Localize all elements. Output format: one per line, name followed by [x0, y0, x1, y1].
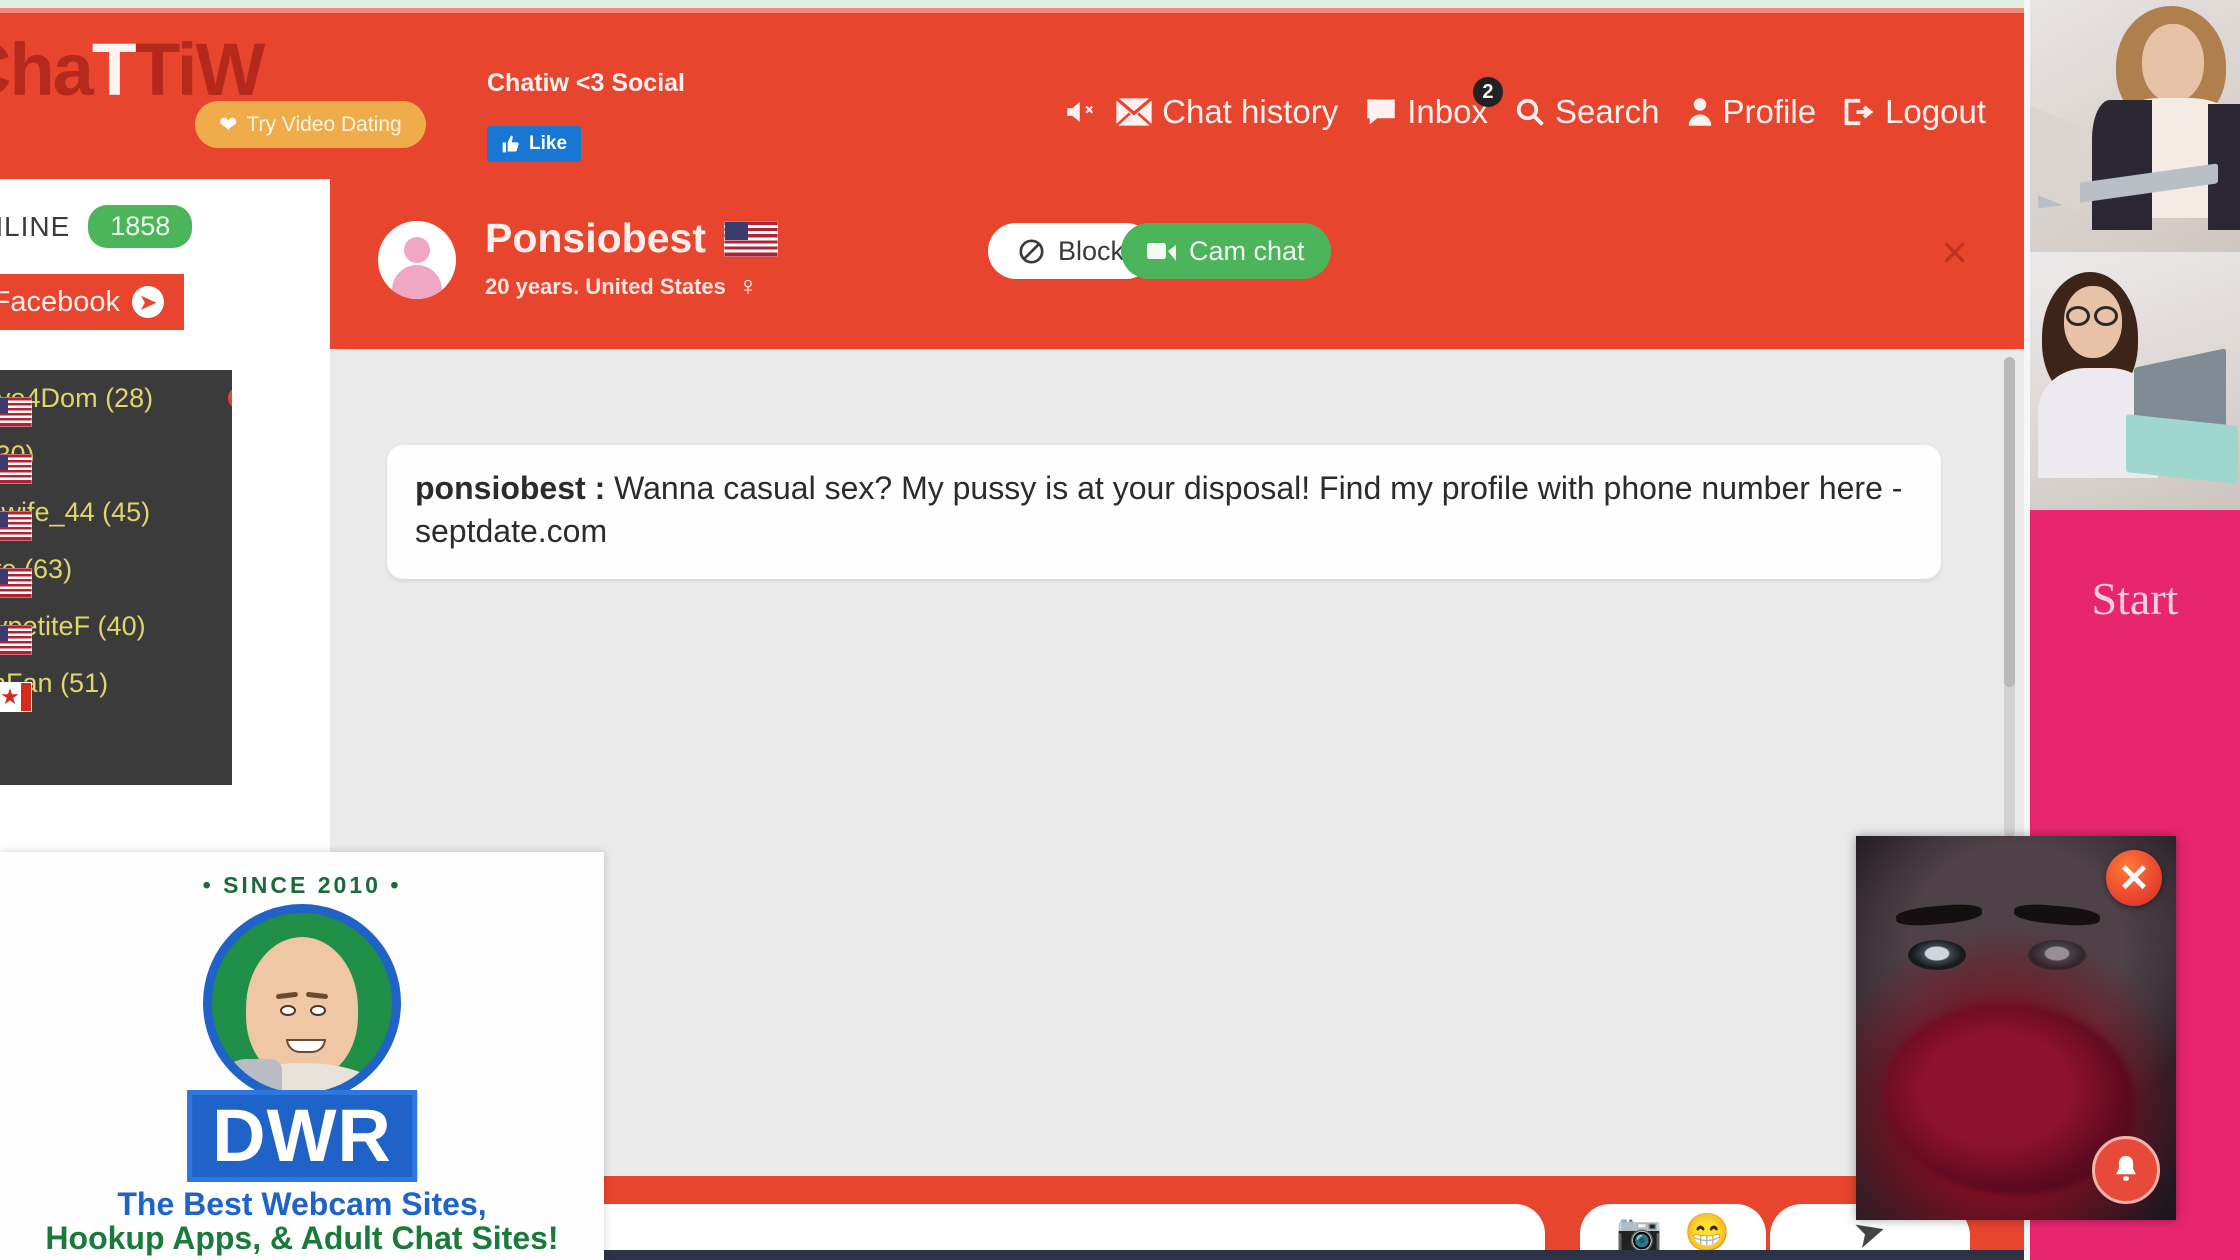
- nav-label-chat-history: Chat history: [1162, 93, 1339, 130]
- online-count-badge: 1858: [88, 205, 193, 248]
- bell-icon: [2116, 1155, 2136, 1181]
- flag-icon-ca: ★: [0, 682, 32, 712]
- top-decorative-strip: [0, 0, 2024, 8]
- nav-label-search: Search: [1554, 93, 1660, 130]
- nav-item-search[interactable]: Search: [1501, 93, 1673, 131]
- dwr-mascot-head: [246, 937, 358, 1079]
- female-gender-icon: ♀: [737, 271, 759, 301]
- rail-photo-woman-laptop-2[interactable]: [2030, 252, 2240, 510]
- nav-label-profile: Profile: [1722, 93, 1817, 130]
- arrow-right-icon: ➤: [132, 286, 164, 318]
- dwr-brand-logo: DWR: [187, 1090, 417, 1183]
- social-title: Chatiw <3 Social: [487, 69, 685, 97]
- header-nav: Chat history Inbox 2 Search Profile Logo…: [1051, 77, 2024, 131]
- list-item[interactable]: nShFan (51) ★: [0, 655, 232, 712]
- list-item[interactable]: es_wife_44 (45): [0, 484, 232, 541]
- close-chat-icon[interactable]: ×: [1941, 229, 1968, 275]
- close-video-popup-button[interactable]: ✕: [2106, 850, 2162, 906]
- list-item[interactable]: Slave4Dom (28): [0, 370, 232, 427]
- nav-item-mute[interactable]: [1051, 97, 1102, 127]
- try-video-dating-button[interactable]: ❤ Try Video Dating: [195, 101, 426, 148]
- nav-item-profile[interactable]: Profile: [1673, 93, 1830, 131]
- heart-icon: ❤: [219, 111, 238, 137]
- nav-item-chat-history[interactable]: Chat history: [1102, 93, 1351, 131]
- camera-icon[interactable]: 📷: [1616, 1214, 1662, 1251]
- chat-partner-name: Ponsiobest: [485, 215, 706, 261]
- avatar: [378, 221, 456, 299]
- nav-label-logout: Logout: [1885, 93, 1986, 130]
- rail-photo-woman-laptop-1[interactable]: [2030, 0, 2240, 252]
- ban-icon: [1018, 238, 1045, 265]
- mute-icon: [1064, 97, 1098, 127]
- facebook-like-button[interactable]: Like: [487, 126, 582, 162]
- dwr-mascot-avatar: [203, 904, 401, 1102]
- block-label: Block: [1058, 235, 1125, 266]
- app-root: ChaTTiW ❤ Try Video Dating Chatiw <3 Soc…: [0, 0, 2240, 1260]
- like-label: Like: [529, 133, 568, 154]
- chat-partner-meta: 20 years. United States: [485, 273, 726, 299]
- chat-header: Ponsiobest 20 years. United States ♀ Blo…: [330, 179, 2024, 349]
- try-video-dating-label: Try Video Dating: [246, 112, 402, 136]
- user-icon: [1686, 97, 1714, 127]
- message-icon: [1364, 97, 1398, 127]
- cam-chat-label: Cam chat: [1189, 235, 1305, 266]
- chat-partner-meta-row: 20 years. United States ♀: [485, 271, 758, 302]
- chatiw-logo[interactable]: ChaTTiW: [0, 27, 265, 112]
- logout-icon: [1842, 97, 1876, 127]
- list-item[interactable]: el (30): [0, 427, 232, 484]
- dwr-since-text: • SINCE 2010 •: [202, 872, 402, 898]
- nav-item-logout[interactable]: Logout: [1829, 93, 1999, 131]
- list-item[interactable]: odite (63): [0, 541, 232, 598]
- flag-icon-us: [0, 397, 32, 427]
- chat-partner-row: Ponsiobest: [485, 215, 778, 262]
- chat-scrollbar[interactable]: [2004, 357, 2015, 837]
- online-user-list[interactable]: Slave4Dom (28) el (30) es_wife_44 (45) o…: [0, 370, 232, 785]
- video-popup[interactable]: ✕: [1856, 836, 2176, 1220]
- message-sender: ponsiobest :: [415, 470, 606, 506]
- flag-icon-us: [0, 568, 32, 598]
- search-icon: [1514, 97, 1546, 127]
- flag-icon-us: [0, 454, 32, 484]
- list-item[interactable]: ustypetiteF (40): [0, 598, 232, 655]
- dwr-tagline-line-1: The Best Webcam Sites,: [117, 1186, 487, 1222]
- dwr-advert-overlay[interactable]: • SINCE 2010 • DWR The Best Webcam Sites…: [0, 852, 604, 1260]
- nav-item-inbox[interactable]: Inbox 2: [1351, 77, 1503, 131]
- dwr-tagline-line-2: Hookup Apps, & Adult Chat Sites!: [45, 1220, 559, 1256]
- video-camera-icon: [1147, 240, 1177, 262]
- site-header: ChaTTiW ❤ Try Video Dating Chatiw <3 Soc…: [0, 13, 2024, 179]
- rail-promo-text: Start: [2091, 573, 2179, 624]
- envelope-icon: [1115, 97, 1153, 127]
- flag-icon-us: [0, 625, 32, 655]
- inbox-badge: 2: [1472, 77, 1503, 107]
- emoji-icon[interactable]: 😁: [1684, 1214, 1730, 1251]
- message-text: Wanna casual sex? My pussy is at your di…: [415, 470, 1903, 550]
- flag-icon-us: [0, 511, 32, 541]
- thumbs-up-icon: [501, 134, 521, 154]
- flag-icon-us: [723, 220, 778, 257]
- cam-chat-button[interactable]: Cam chat: [1121, 223, 1331, 279]
- chatiw-facebook-button[interactable]: tiw Facebook ➤: [0, 274, 184, 330]
- chat-message: ponsiobest : Wanna casual sex? My pussy …: [387, 445, 1941, 580]
- online-label: ONLINE: [0, 210, 71, 242]
- facebook-button-label: tiw Facebook: [0, 285, 120, 318]
- online-status-row: ONLINE 1858: [0, 205, 193, 248]
- notification-bell-button[interactable]: [2092, 1136, 2160, 1204]
